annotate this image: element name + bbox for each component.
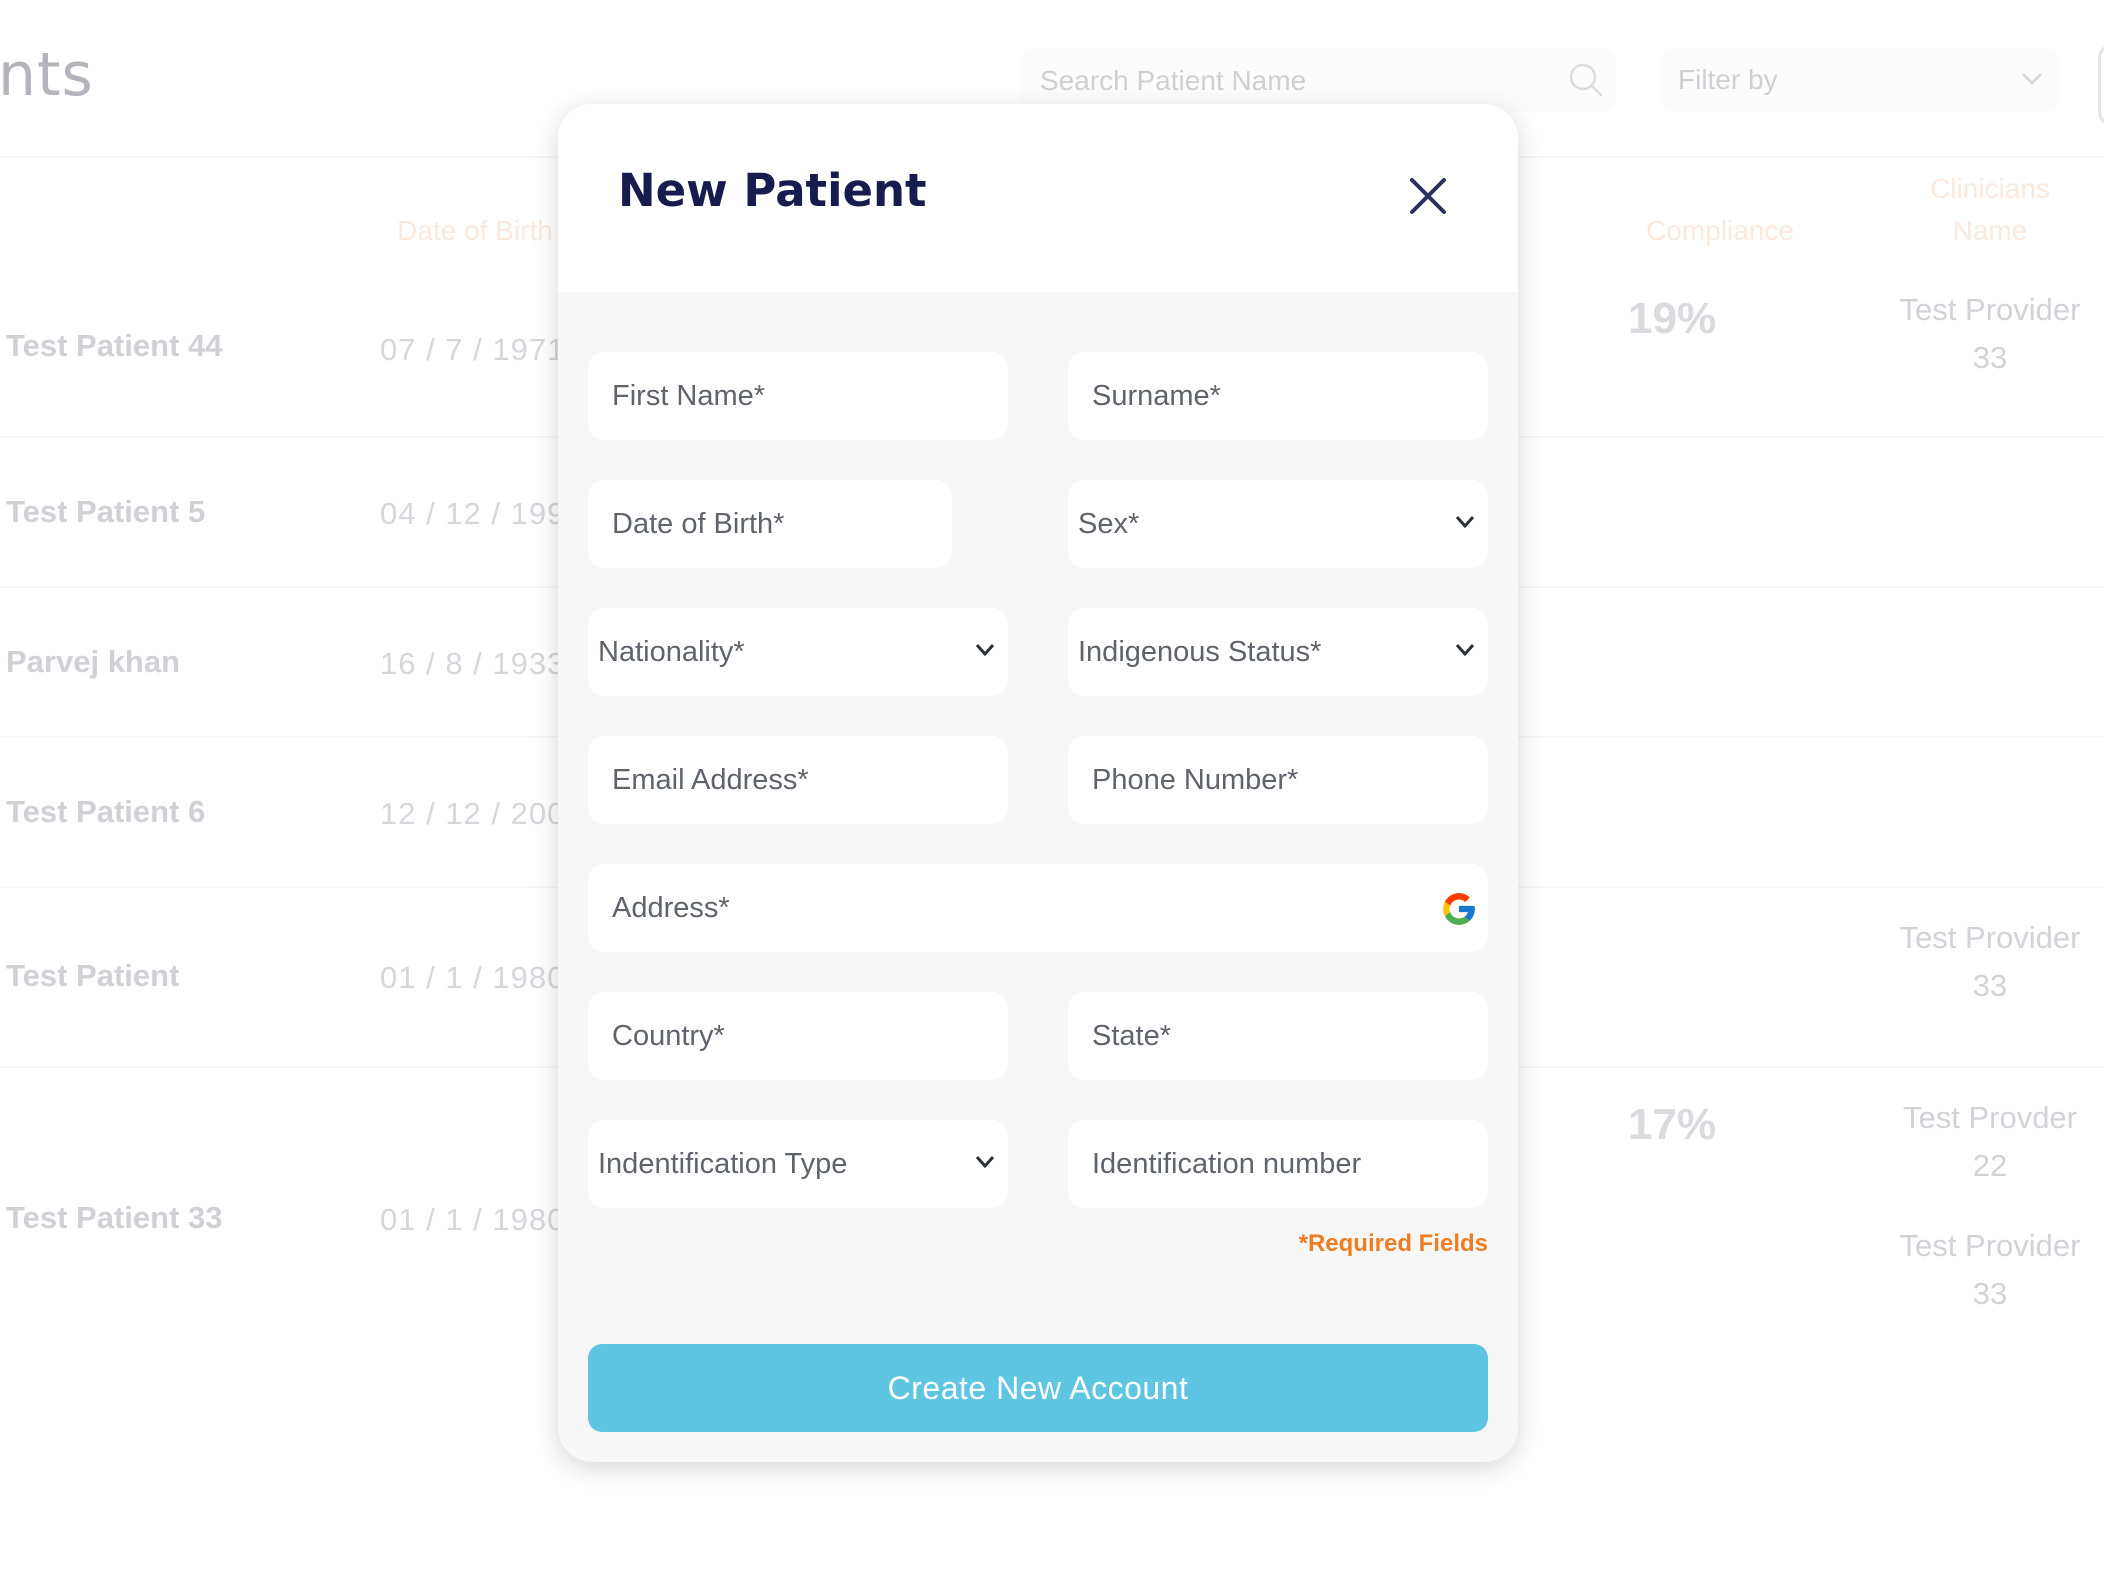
first-name-field[interactable] — [588, 352, 1008, 440]
table-row-name[interactable]: Test Patient 33 — [6, 1200, 223, 1236]
date-of-birth-field[interactable] — [588, 480, 952, 568]
nationality-select-label: Nationality* — [598, 636, 745, 668]
nationality-select[interactable]: Nationality* — [588, 608, 1008, 696]
column-header-compliance[interactable]: Compliance — [1620, 210, 1820, 252]
table-row-provider: Test Provider 33 — [1870, 286, 2104, 382]
column-header-clinicians-line1: Clinicians — [1930, 173, 2050, 204]
create-new-account-button[interactable]: Create New Account — [588, 1344, 1488, 1432]
table-row-dob: 04 / 12 / 199 — [380, 496, 566, 531]
table-row-name[interactable]: Test Patient 6 — [6, 794, 205, 830]
identification-type-select[interactable]: Indentification Type — [588, 1120, 1008, 1208]
identification-number-input[interactable] — [1068, 1120, 1488, 1208]
provider-name: Test Provider — [1899, 1228, 2081, 1263]
column-header-clinicians[interactable]: Clinicians Name — [1900, 168, 2080, 252]
provider-number: 22 — [1972, 1148, 2008, 1183]
required-fields-note: *Required Fields — [1298, 1230, 1488, 1257]
table-row-dob: 01 / 1 / 1980 — [380, 960, 566, 995]
surname-field[interactable] — [1068, 352, 1488, 440]
table-row-dob: 12 / 12 / 200 — [380, 796, 566, 831]
phone-field[interactable] — [1068, 736, 1488, 824]
filter-dropdown[interactable]: Filter by — [1660, 48, 2060, 112]
column-header-clinicians-line2: Name — [1952, 215, 2028, 246]
search-box[interactable] — [1020, 48, 1616, 112]
state-field[interactable] — [1068, 992, 1488, 1080]
provider-number: 33 — [1972, 968, 2008, 1003]
google-icon — [1443, 893, 1475, 925]
surname-input[interactable] — [1068, 352, 1488, 440]
table-row-dob: 16 / 8 / 1933 — [380, 646, 566, 681]
close-icon[interactable] — [1406, 174, 1450, 218]
country-field[interactable] — [588, 992, 1008, 1080]
table-row-provider: Test Provider 33 — [1870, 1222, 2104, 1318]
modal-title: New Patient — [618, 164, 927, 217]
identification-number-field[interactable] — [1068, 1120, 1488, 1208]
table-row-name[interactable]: Test Patient 5 — [6, 494, 205, 530]
search-input[interactable] — [1038, 60, 1542, 102]
table-row-compliance: 17% — [1628, 1100, 1717, 1149]
provider-name: Test Provider — [1899, 292, 2081, 327]
chevron-down-icon — [2022, 73, 2042, 85]
table-row-name[interactable]: Test Patient 44 — [6, 328, 223, 364]
provider-name: Test Provider — [1899, 920, 2081, 955]
modal-header: New Patient — [558, 104, 1518, 292]
chevron-down-icon — [1455, 516, 1475, 529]
state-input[interactable] — [1068, 992, 1488, 1080]
provider-number: 33 — [1972, 340, 2008, 375]
address-field[interactable] — [588, 864, 1488, 952]
filter-label: Filter by — [1678, 64, 1778, 95]
sex-select-label: Sex* — [1078, 508, 1140, 540]
table-row-provider: Test Provder 22 — [1870, 1094, 2104, 1190]
search-icon[interactable] — [1568, 62, 1604, 98]
indigenous-status-select-label: Indigenous Status* — [1078, 636, 1322, 668]
sex-select[interactable]: Sex* — [1068, 480, 1488, 568]
table-row-compliance: 19% — [1628, 294, 1717, 343]
email-field[interactable] — [588, 736, 1008, 824]
country-input[interactable] — [588, 992, 1008, 1080]
identification-type-select-label: Indentification Type — [598, 1148, 848, 1180]
column-header-dob[interactable]: Date of Birth — [380, 210, 570, 252]
add-patient-button[interactable] — [2098, 44, 2104, 126]
chevron-down-icon — [975, 1156, 995, 1169]
chevron-down-icon — [1455, 644, 1475, 657]
new-patient-modal: New Patient Sex* Nationality* Indigenous… — [558, 104, 1518, 1462]
chevron-down-icon — [975, 644, 995, 657]
first-name-input[interactable] — [588, 352, 1008, 440]
date-of-birth-input[interactable] — [588, 480, 952, 568]
email-input[interactable] — [588, 736, 1008, 824]
table-row-dob: 07 / 7 / 1971 — [380, 332, 566, 367]
indigenous-status-select[interactable]: Indigenous Status* — [1068, 608, 1488, 696]
provider-name: Test Provder — [1902, 1100, 2077, 1135]
table-row-dob: 01 / 1 / 1980 — [380, 1202, 566, 1237]
phone-input[interactable] — [1068, 736, 1488, 824]
page-title: nts — [0, 40, 94, 110]
table-row-provider: Test Provider 33 — [1870, 914, 2104, 1010]
provider-number: 33 — [1972, 1276, 2008, 1311]
table-row-name[interactable]: Test Patient — [6, 958, 179, 994]
address-input[interactable] — [588, 864, 1488, 952]
table-row-name[interactable]: Parvej khan — [6, 644, 180, 680]
